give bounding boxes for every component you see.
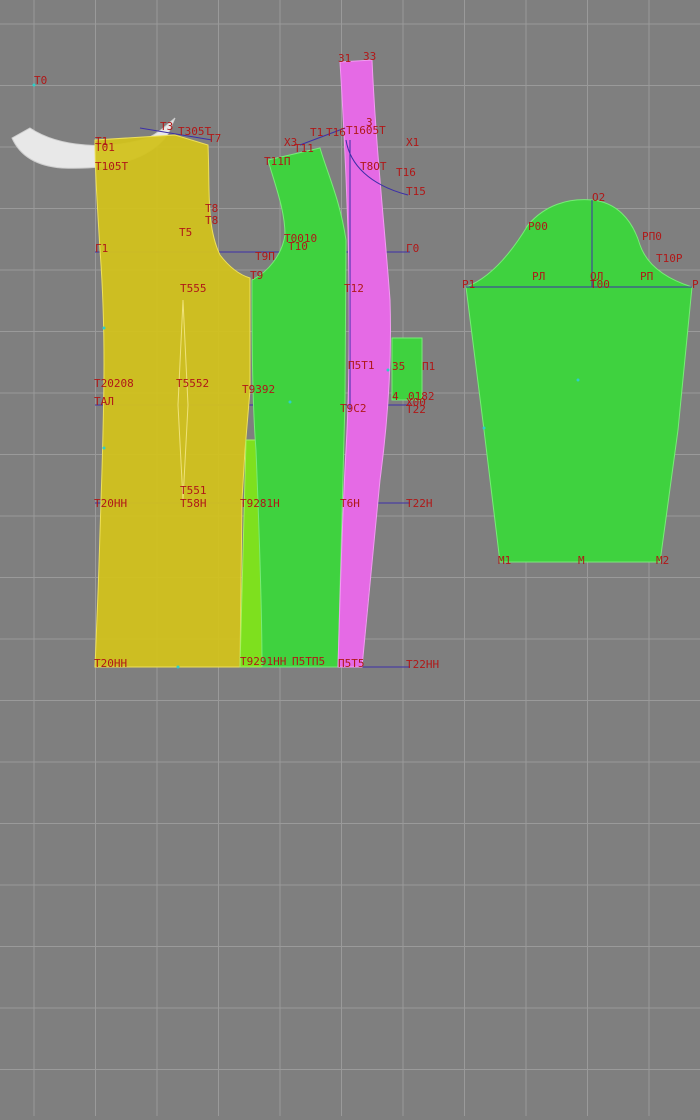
label-t305t: Т305Т: [178, 125, 211, 138]
point: [102, 326, 106, 330]
front-bodice-piece[interactable]: [94, 134, 251, 668]
label-t20nn: Т20НН: [94, 497, 127, 510]
label-t22: Т22: [406, 403, 426, 416]
label-t555: Т555: [180, 282, 207, 295]
label-t92-81n: Т9281Н: [240, 497, 280, 510]
label-p5tp5: П5ТП5: [292, 655, 325, 668]
label-t551: Т551: [180, 484, 207, 497]
label-tal: ТАЛ: [94, 395, 114, 408]
label-t8ot: Т8ОТ: [360, 160, 387, 173]
label-t11p: Т11П: [264, 155, 291, 168]
pattern-drawing: Т0 Т1 Т01 Т105Т Т3 Т305Т Т7 Т8 Т8 Т5 Г1 …: [0, 0, 700, 1116]
label-m2: М2: [656, 554, 669, 567]
label-m1: М1: [498, 554, 511, 567]
point: [482, 426, 486, 430]
label-t9392: Т9392: [242, 383, 275, 396]
label-t01: Т01: [95, 141, 115, 154]
label-t3: Т3: [160, 120, 173, 133]
label-t1605t: Т1605Т: [346, 124, 386, 137]
label-rl: РЛ: [532, 270, 545, 283]
label-t20208: Т20208: [94, 377, 134, 390]
label-t9s2: Т9С2: [340, 402, 367, 415]
label-t58n: Т58Н: [180, 497, 207, 510]
label-t10: Т10: [288, 240, 308, 253]
label-g0: Г0: [406, 242, 419, 255]
label-t105t: Т105Т: [95, 160, 128, 173]
label-t9p: Т9П: [255, 250, 275, 263]
label-o2: О2: [592, 191, 605, 204]
point: [32, 83, 36, 87]
label-g1: Г1: [95, 242, 108, 255]
label-rp: РП: [640, 270, 653, 283]
label-t00: Т00: [590, 278, 610, 291]
label-t9: Т9: [250, 269, 263, 282]
point: [102, 446, 106, 450]
label-t1a: Т1: [310, 126, 323, 139]
label-t5552: Т5552: [176, 377, 209, 390]
label-t12: Т12: [344, 282, 364, 295]
label-r1: Р1: [462, 278, 475, 291]
label-s4: 4: [392, 390, 399, 403]
label-t6n: Т6Н: [340, 497, 360, 510]
point: [386, 368, 390, 372]
point: [576, 378, 580, 382]
label-rp0: РП0: [642, 230, 662, 243]
label-t0: Т0: [34, 74, 47, 87]
label-t92-91nn: Т9291НН: [240, 655, 286, 668]
label-p5t1: П5Т1: [348, 359, 375, 372]
label-t20nn2: Т20НН: [94, 657, 127, 670]
label-p1: П1: [422, 360, 435, 373]
label-t22n: Т22Н: [406, 497, 433, 510]
label-t10r: Т10Р: [656, 252, 683, 265]
label-t15: Т15: [406, 185, 426, 198]
label-s35: 35: [392, 360, 405, 373]
label-x1: Х1: [406, 136, 419, 149]
label-p5t5: П5Т5: [338, 657, 365, 670]
label-rr: Р: [692, 278, 699, 291]
pattern-canvas[interactable]: Т0 Т1 Т01 Т105Т Т3 Т305Т Т7 Т8 Т8 Т5 Г1 …: [0, 0, 700, 1116]
label-t16b: Т16: [396, 166, 416, 179]
label-v1: 31: [338, 52, 351, 65]
label-t22nn: Т22НН: [406, 658, 439, 671]
label-v2: 33: [363, 50, 376, 63]
label-m: М: [578, 554, 585, 567]
point: [176, 665, 180, 669]
label-t11: Т11: [294, 142, 314, 155]
label-t8b: Т8: [205, 214, 218, 227]
label-t5: Т5: [179, 226, 192, 239]
back-bodice-piece[interactable]: [251, 147, 347, 668]
label-t16a: Т16: [326, 126, 346, 139]
label-t7: Т7: [208, 132, 221, 145]
point: [288, 400, 292, 404]
label-ro0: Р00: [528, 220, 548, 233]
